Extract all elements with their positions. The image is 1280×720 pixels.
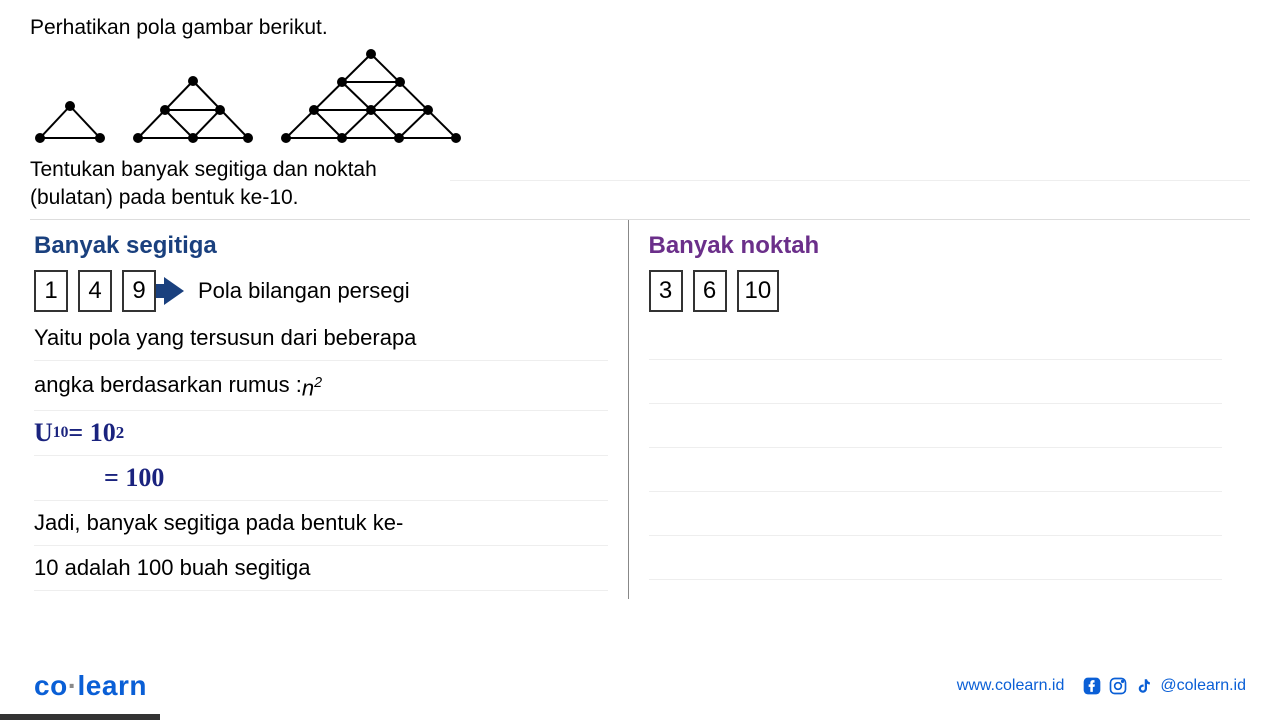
triangle-pattern-3 bbox=[276, 48, 466, 148]
seq-box: 10 bbox=[737, 270, 780, 312]
seq-box: 6 bbox=[693, 270, 727, 312]
right-column: Banyak noktah 3 6 10 bbox=[629, 220, 1251, 599]
footer-handle: @colearn.id bbox=[1160, 677, 1246, 695]
desc-line: angka berdasarkan rumus : n2 bbox=[34, 361, 608, 411]
question-line: (bulatan) pada bentuk ke-10. bbox=[30, 186, 299, 209]
left-column: Banyak segitiga 1 4 9 Pola bilangan pers… bbox=[30, 220, 629, 599]
instagram-icon bbox=[1108, 676, 1128, 696]
seq-box: 3 bbox=[649, 270, 683, 312]
pattern-figures bbox=[30, 48, 1250, 148]
heading-dots: Banyak noktah bbox=[649, 232, 1223, 260]
conclusion-line: Jadi, banyak segitiga pada bentuk ke- bbox=[34, 501, 608, 546]
heading-triangles: Banyak segitiga bbox=[34, 232, 608, 260]
social-links: @colearn.id bbox=[1082, 676, 1246, 696]
desc-line: Yaitu pola yang tersusun dari beberapa bbox=[34, 316, 608, 361]
arrow-right-icon bbox=[164, 277, 184, 305]
brand-logo: co·learn bbox=[34, 670, 147, 702]
seq-box: 1 bbox=[34, 270, 68, 312]
triangle-pattern-2 bbox=[128, 73, 258, 148]
footer: co·learn www.colearn.id @colearn.id bbox=[0, 670, 1280, 702]
hand-eq-line1: U10 = 102 bbox=[34, 411, 608, 456]
hand-eq-line2: = 100 bbox=[34, 456, 608, 501]
footer-url: www.colearn.id bbox=[957, 677, 1065, 695]
seq-box: 4 bbox=[78, 270, 112, 312]
question-line: Tentukan banyak segitiga dan noktah bbox=[30, 158, 377, 181]
facebook-icon bbox=[1082, 676, 1102, 696]
triangle-pattern-1 bbox=[30, 98, 110, 148]
tiktok-icon bbox=[1134, 676, 1154, 696]
pattern-label: Pola bilangan persegi bbox=[198, 278, 410, 304]
conclusion-line: 10 adalah 100 buah segitiga bbox=[34, 546, 608, 591]
intro-text: Perhatikan pola gambar berikut. bbox=[30, 16, 1250, 40]
accent-bar bbox=[0, 714, 160, 720]
question-text: Tentukan banyak segitiga dan noktah (bul… bbox=[30, 156, 450, 213]
seq-box: 9 bbox=[122, 270, 156, 312]
